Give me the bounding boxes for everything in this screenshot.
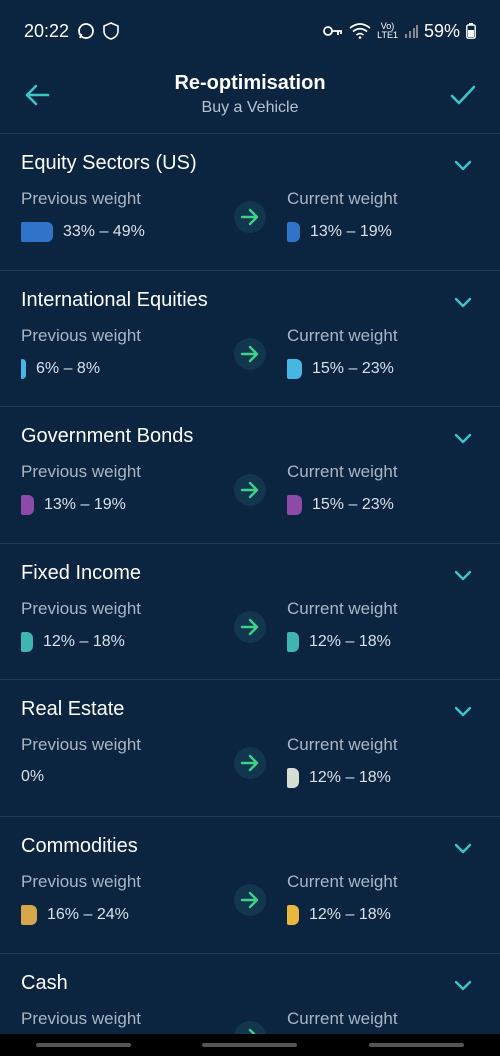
- weight-bar: [287, 495, 302, 516]
- current-weight-label: Current weight: [287, 735, 398, 755]
- previous-weight-value: 0%: [21, 768, 45, 786]
- current-weight: 12% – 18%: [287, 768, 391, 789]
- current-weight-label: Current weight: [287, 1008, 398, 1028]
- chevron-down-icon[interactable]: [452, 700, 474, 722]
- weight-bar: [21, 222, 53, 242]
- status-time: 20:22: [24, 20, 70, 41]
- chevron-down-icon[interactable]: [452, 837, 474, 859]
- current-weight-value: 12% – 18%: [309, 905, 391, 923]
- list-item[interactable]: Government Bonds Previous weight Current…: [0, 407, 500, 544]
- nav-recents[interactable]: [35, 1043, 131, 1047]
- battery-icon: [466, 23, 476, 39]
- arrow-right-icon: [234, 474, 266, 507]
- current-weight-value: 12% – 18%: [309, 632, 391, 650]
- previous-weight-value: 12% – 18%: [43, 632, 125, 650]
- list-item[interactable]: International Equities Previous weight C…: [0, 271, 500, 408]
- whatsapp-icon: [77, 22, 95, 40]
- shield-icon: [103, 22, 119, 40]
- arrow-right-icon: [234, 610, 266, 643]
- previous-weight-label: Previous weight: [21, 735, 142, 755]
- previous-weight-value: 33% – 49%: [63, 223, 145, 240]
- previous-weight: 6% – 8%: [21, 358, 101, 379]
- current-weight: 15% – 23%: [287, 495, 394, 516]
- arrow-left-icon: [25, 84, 50, 106]
- previous-weight-label: Previous weight: [21, 462, 142, 482]
- previous-weight-value: 16% – 24%: [47, 905, 129, 923]
- allocation-list: Equity Sectors (US) Previous weight Curr…: [0, 134, 500, 1056]
- weight-bar: [21, 631, 33, 652]
- current-weight-value: 13% – 19%: [310, 223, 392, 240]
- current-weight-label: Current weight: [287, 871, 398, 891]
- back-button[interactable]: [22, 80, 52, 110]
- chevron-down-icon[interactable]: [452, 974, 474, 996]
- row-title: Government Bonds: [21, 425, 194, 448]
- weight-bar: [21, 358, 26, 379]
- current-weight-label: Current weight: [287, 189, 398, 208]
- arrow-right-icon: [234, 747, 266, 780]
- previous-weight-label: Previous weight: [21, 325, 142, 345]
- current-weight-value: 15% – 23%: [312, 359, 394, 377]
- current-weight-label: Current weight: [287, 462, 398, 482]
- row-title: Equity Sectors (US): [21, 152, 197, 174]
- weight-bar: [21, 495, 34, 516]
- list-item[interactable]: Commodities Previous weight Current weig…: [0, 817, 500, 954]
- previous-weight-label: Previous weight: [21, 189, 142, 208]
- current-weight-label: Current weight: [287, 598, 398, 618]
- page-subtitle: Buy a Vehicle: [201, 99, 299, 116]
- previous-weight-label: Previous weight: [21, 598, 142, 618]
- previous-weight: 13% – 19%: [21, 495, 126, 516]
- list-item[interactable]: Fixed Income Previous weight Current wei…: [0, 544, 500, 681]
- current-weight-value: 12% – 18%: [309, 769, 391, 787]
- previous-weight-value: 6% – 8%: [36, 359, 101, 377]
- app-header: Re-optimisation Buy a Vehicle: [0, 62, 500, 134]
- weight-bar: [21, 904, 37, 925]
- previous-weight: 33% – 49%: [21, 222, 145, 242]
- row-title: Fixed Income: [21, 561, 142, 584]
- arrow-right-icon: [234, 337, 266, 370]
- current-weight: 12% – 18%: [287, 904, 391, 925]
- weight-bar: [287, 631, 299, 652]
- arrow-right-icon: [234, 883, 266, 916]
- current-weight: 12% – 18%: [287, 631, 391, 652]
- row-title: Commodities: [21, 834, 138, 857]
- weight-bar: [287, 904, 299, 925]
- check-icon: [450, 85, 476, 105]
- network-type: Vo) LTE1: [377, 21, 398, 40]
- signal-icon: [404, 24, 418, 38]
- chevron-down-icon[interactable]: [452, 427, 474, 449]
- page-title: Re-optimisation: [174, 72, 326, 94]
- current-weight: 13% – 19%: [287, 222, 392, 242]
- previous-weight: 12% – 18%: [21, 631, 125, 652]
- previous-weight-value: 13% – 19%: [44, 496, 126, 514]
- wifi-icon: [349, 23, 371, 39]
- weight-bar: [287, 222, 300, 242]
- status-bar: 20:22 Vo) LTE1 59%: [0, 0, 500, 62]
- previous-weight: 16% – 24%: [21, 904, 129, 925]
- list-item[interactable]: Equity Sectors (US) Previous weight Curr…: [0, 134, 500, 271]
- current-weight-value: 15% – 23%: [312, 496, 394, 514]
- chevron-down-icon[interactable]: [452, 564, 474, 586]
- current-weight-label: Current weight: [287, 325, 398, 345]
- key-icon: [323, 25, 343, 37]
- list-item[interactable]: Real Estate Previous weight Current weig…: [0, 680, 500, 817]
- chevron-down-icon[interactable]: [452, 154, 474, 176]
- weight-bar: [287, 358, 302, 379]
- row-title: Cash: [21, 971, 68, 994]
- nav-home[interactable]: [202, 1043, 298, 1047]
- previous-weight: 0%: [21, 768, 44, 786]
- nav-back[interactable]: [369, 1043, 465, 1047]
- row-title: International Equities: [21, 288, 208, 311]
- weight-bar: [287, 768, 299, 789]
- current-weight: 15% – 23%: [287, 358, 394, 379]
- battery-percent: 59%: [423, 20, 460, 41]
- previous-weight-label: Previous weight: [21, 871, 142, 891]
- arrow-right-icon: [234, 201, 266, 233]
- previous-weight-label: Previous weight: [21, 1008, 142, 1028]
- system-nav-bar: [0, 1034, 500, 1056]
- chevron-down-icon[interactable]: [452, 291, 474, 313]
- confirm-button[interactable]: [448, 80, 478, 110]
- row-title: Real Estate: [21, 698, 125, 721]
